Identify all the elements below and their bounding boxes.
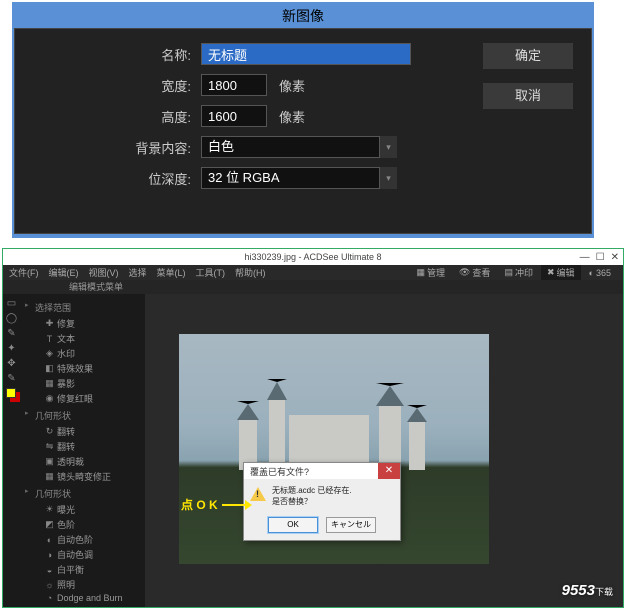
eyedropper-icon[interactable]: ✎ bbox=[4, 371, 19, 386]
confirm-cancel-button[interactable]: キャンセル bbox=[326, 517, 376, 533]
crop-icon: ▣ bbox=[45, 456, 54, 467]
wb-icon: ◒ bbox=[45, 565, 54, 575]
item-fx[interactable]: ◧特殊效果 bbox=[23, 361, 143, 376]
ok-button[interactable]: 确定 bbox=[483, 43, 573, 69]
acdsee-window: hi330239.jpg - ACDSee Ultimate 8 — ☐ ✕ 文… bbox=[2, 248, 624, 608]
dialog-title: 新图像 bbox=[14, 4, 592, 28]
menu-select[interactable]: 选择 bbox=[129, 266, 147, 279]
watermark: 9553下载 bbox=[562, 582, 613, 599]
color-swatch[interactable] bbox=[6, 388, 20, 402]
levels-icon: ◩ bbox=[45, 519, 54, 530]
tab-365[interactable]: ◐ 365 bbox=[583, 265, 617, 280]
overwrite-dialog: 覆盖已有文件? ✕ 无标题.acdc 已经存在. 是否替换？ OK キャンセル bbox=[243, 462, 401, 541]
group-geometry2[interactable]: 几何形状 bbox=[23, 484, 143, 502]
cancel-button[interactable]: 取消 bbox=[483, 83, 573, 109]
redeye-icon: ◉ bbox=[45, 393, 54, 404]
text-icon: T bbox=[45, 334, 54, 344]
label-width: 宽度: bbox=[31, 76, 201, 95]
app-title: hi330239.jpg - ACDSee Ultimate 8 bbox=[244, 252, 381, 262]
depth-select[interactable]: 32 位 RGBA bbox=[201, 167, 397, 189]
menu-help[interactable]: 帮助(H) bbox=[235, 266, 266, 279]
edit-mode-label: 编辑模式菜单 bbox=[3, 280, 623, 294]
close-icon[interactable]: ✕ bbox=[611, 252, 619, 263]
item-lighting[interactable]: ☼照明 bbox=[23, 577, 143, 592]
dodgeburn-icon: ◔ bbox=[45, 593, 54, 603]
app-menubar: 文件(F) 编辑(E) 视图(V) 选择 菜单(L) 工具(T) 帮助(H) ▦… bbox=[3, 265, 623, 280]
autotone-icon: ◑ bbox=[45, 550, 54, 560]
autocolor-icon: ◐ bbox=[45, 535, 54, 545]
label-bg: 背景内容: bbox=[31, 138, 201, 157]
item-crop[interactable]: ▣透明裁 bbox=[23, 454, 143, 469]
watermark-icon: ◈ bbox=[45, 348, 54, 359]
tab-view[interactable]: 👁 查看 bbox=[453, 265, 496, 280]
new-image-dialog: 新图像 名称: 宽度: 像素 高度: 像素 背景内容: 白色 ▾ 位深度: 32… bbox=[12, 2, 594, 238]
lasso-icon[interactable]: ✎ bbox=[4, 326, 19, 341]
haze-icon: ▦ bbox=[45, 378, 54, 389]
item-flip[interactable]: ⇋翻转 bbox=[23, 439, 143, 454]
item-wb[interactable]: ◒白平衡 bbox=[23, 562, 143, 577]
menu-file[interactable]: 文件(F) bbox=[9, 266, 39, 279]
app-titlebar: hi330239.jpg - ACDSee Ultimate 8 — ☐ ✕ bbox=[3, 249, 623, 265]
item-haze[interactable]: ▦暴影 bbox=[23, 376, 143, 391]
lens-icon: ▦ bbox=[45, 471, 54, 482]
exposure-icon: ☀ bbox=[45, 504, 54, 515]
overwrite-message: 无标题.acdc 已经存在. 是否替换？ bbox=[272, 485, 352, 507]
tool-palette: ▭ ◯ ✎ ✦ ✥ ✎ bbox=[3, 294, 21, 607]
dialog-body: 名称: 宽度: 像素 高度: 像素 背景内容: 白色 ▾ 位深度: 32 位 R… bbox=[14, 28, 592, 234]
item-exposure[interactable]: ☀曝光 bbox=[23, 502, 143, 517]
item-levels[interactable]: ◩色阶 bbox=[23, 517, 143, 532]
item-dodgeburn[interactable]: ◔Dodge and Burn bbox=[23, 592, 143, 604]
group-geometry[interactable]: 几何形状 bbox=[23, 406, 143, 424]
warning-icon bbox=[250, 487, 266, 501]
wand-icon[interactable]: ✦ bbox=[4, 341, 19, 356]
label-name: 名称: bbox=[31, 45, 201, 64]
item-autotone[interactable]: ◑自动色调 bbox=[23, 547, 143, 562]
item-redeye[interactable]: ◉修复红眼 bbox=[23, 391, 143, 406]
menu-edit[interactable]: 编辑(E) bbox=[49, 266, 79, 279]
overwrite-title: 覆盖已有文件? bbox=[250, 465, 309, 478]
label-depth: 位深度: bbox=[31, 169, 201, 188]
select-ellipse-icon[interactable]: ◯ bbox=[4, 311, 19, 326]
minimize-icon[interactable]: — bbox=[580, 252, 590, 263]
lighting-icon: ☼ bbox=[45, 580, 54, 590]
side-panel: 选择范围 ✚修复 T文本 ◈水印 ◧特殊效果 ▦暴影 ◉修复红眼 几何形状 ↻翻… bbox=[21, 294, 145, 607]
menu-tools[interactable]: 工具(T) bbox=[196, 266, 226, 279]
group-select[interactable]: 选择范围 bbox=[23, 298, 143, 316]
canvas-area: 覆盖已有文件? ✕ 无标题.acdc 已经存在. 是否替换？ OK キャンセル … bbox=[145, 294, 623, 607]
maximize-icon[interactable]: ☐ bbox=[596, 252, 605, 263]
arrow-icon bbox=[222, 504, 246, 506]
annotation-click-ok: 点 O K bbox=[181, 496, 246, 513]
repair-icon: ✚ bbox=[45, 318, 54, 329]
tab-manage[interactable]: ▦ 管理 bbox=[410, 265, 451, 280]
tab-edit[interactable]: ✖ 编辑 bbox=[541, 265, 581, 280]
item-autocolor[interactable]: ◐自动色阶 bbox=[23, 532, 143, 547]
height-input[interactable] bbox=[201, 105, 267, 127]
rotate-icon: ↻ bbox=[45, 426, 54, 437]
chevron-down-icon[interactable]: ▾ bbox=[379, 136, 397, 158]
move-icon[interactable]: ✥ bbox=[4, 356, 19, 371]
width-input[interactable] bbox=[201, 74, 267, 96]
menu-view[interactable]: 视图(V) bbox=[89, 266, 119, 279]
item-text[interactable]: T文本 bbox=[23, 331, 143, 346]
unit-width: 像素 bbox=[279, 76, 305, 95]
tab-develop[interactable]: ▤ 冲印 bbox=[498, 265, 539, 280]
chevron-down-icon[interactable]: ▾ bbox=[379, 167, 397, 189]
label-height: 高度: bbox=[31, 107, 201, 126]
bg-select[interactable]: 白色 bbox=[201, 136, 397, 158]
item-repair[interactable]: ✚修复 bbox=[23, 316, 143, 331]
flip-icon: ⇋ bbox=[45, 441, 54, 452]
item-rotate[interactable]: ↻翻转 bbox=[23, 424, 143, 439]
fx-icon: ◧ bbox=[45, 363, 54, 374]
item-watermark[interactable]: ◈水印 bbox=[23, 346, 143, 361]
close-icon[interactable]: ✕ bbox=[378, 463, 400, 479]
menu-menu[interactable]: 菜单(L) bbox=[157, 266, 186, 279]
item-lens[interactable]: ▦镜头畸变修正 bbox=[23, 469, 143, 484]
confirm-ok-button[interactable]: OK bbox=[268, 517, 318, 533]
unit-height: 像素 bbox=[279, 107, 305, 126]
select-rect-icon[interactable]: ▭ bbox=[4, 296, 19, 311]
group-color[interactable]: 颜色 bbox=[23, 604, 143, 607]
name-input[interactable] bbox=[201, 43, 411, 65]
